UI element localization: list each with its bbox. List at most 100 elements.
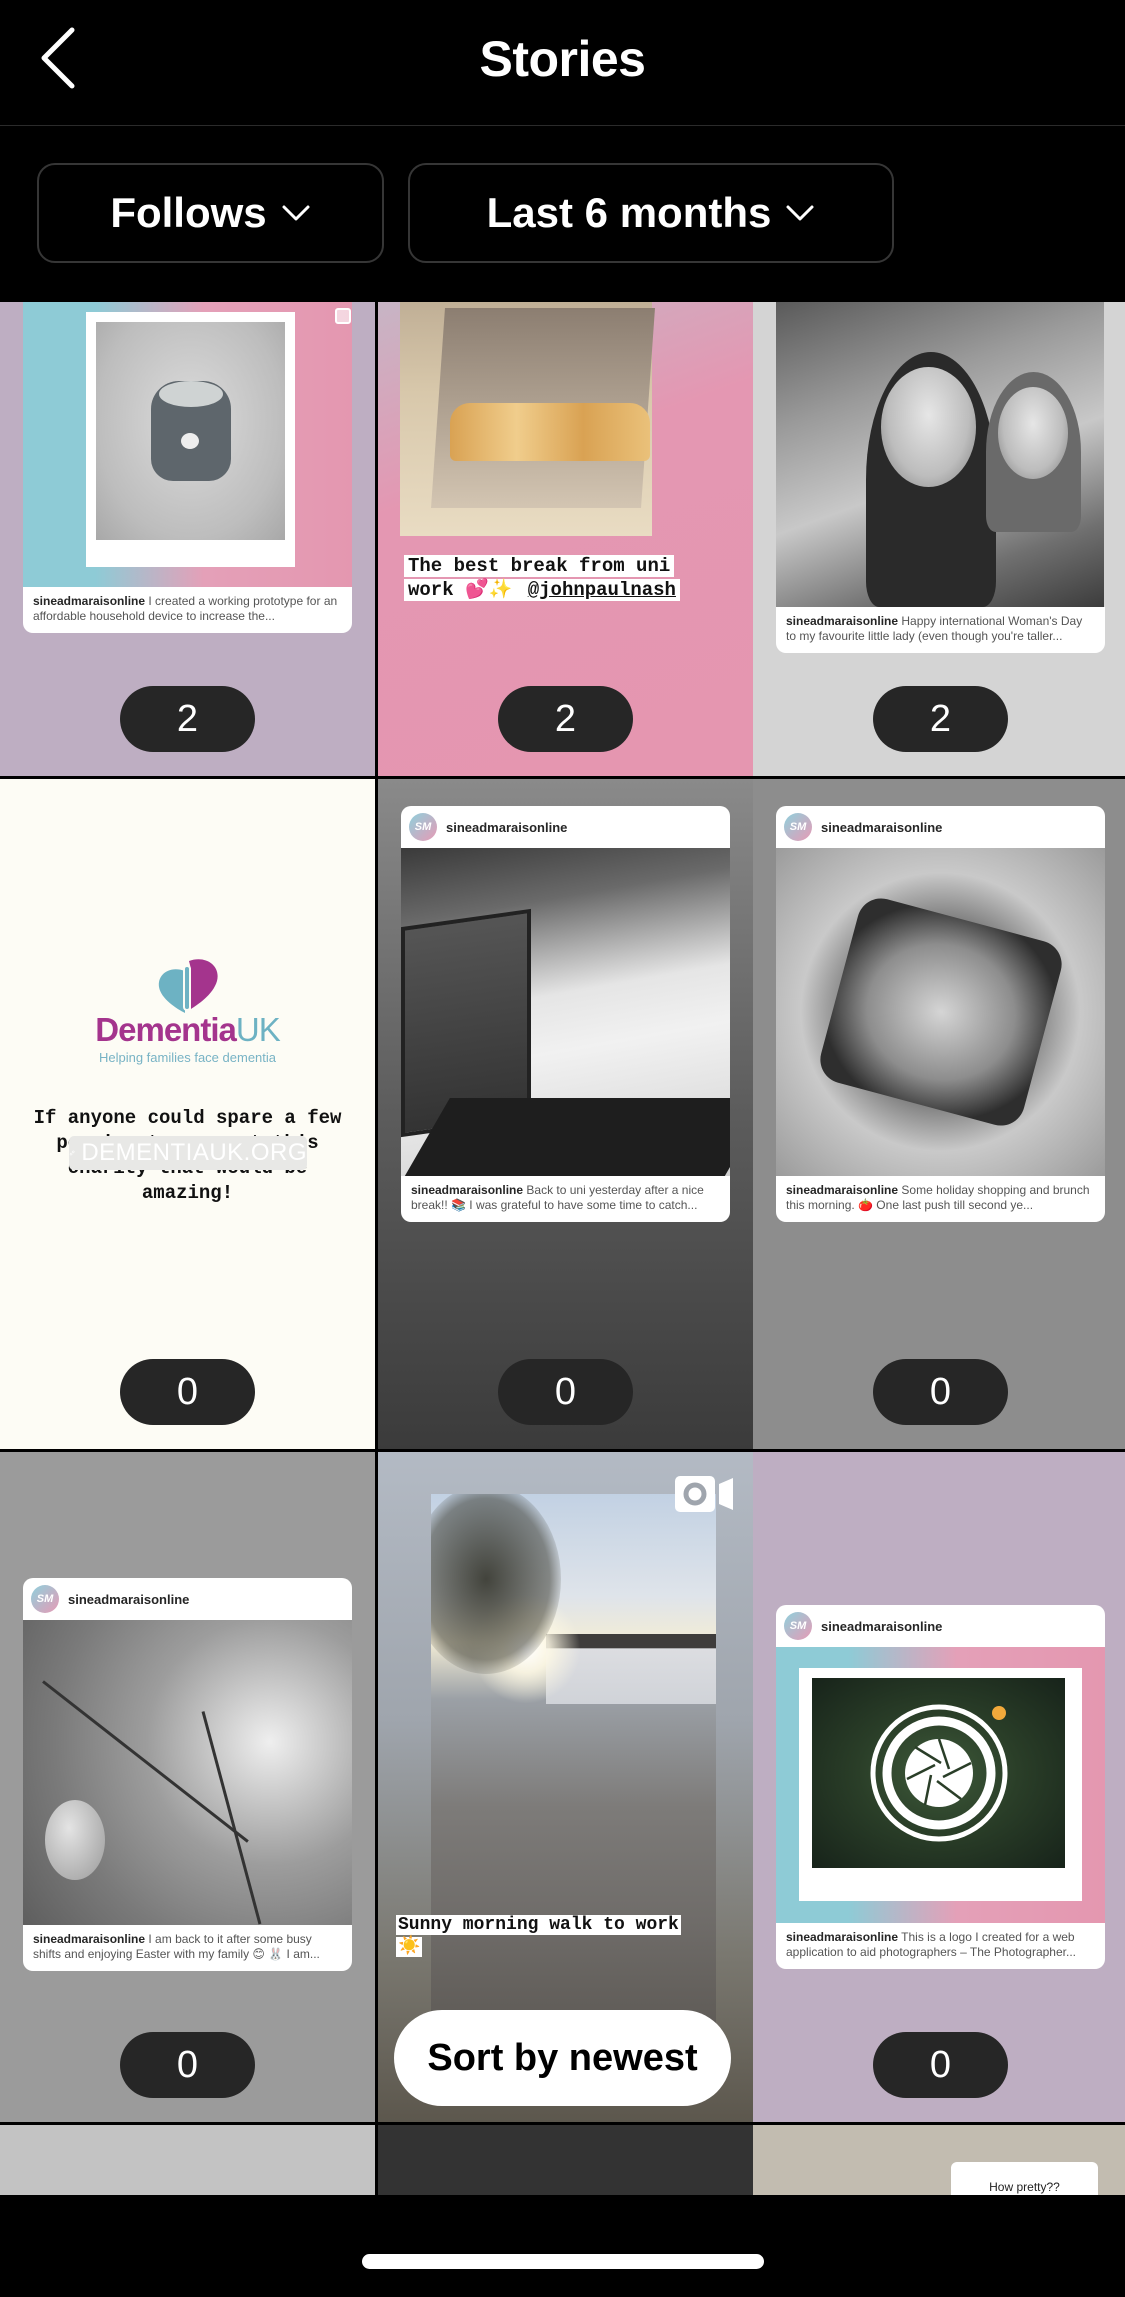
story-tile[interactable]: sineadmaraisonline sineadmaraisonline Ba… (378, 779, 753, 1449)
story-text-sticker: Sunny morning walk to work ☀️ (396, 1914, 696, 1958)
prototype-device (150, 381, 231, 481)
post-image (23, 302, 352, 587)
count-badge[interactable]: 0 (120, 2032, 255, 2098)
story-tile[interactable]: sineadmaraisonline sineadmaraisonline So… (753, 779, 1125, 1449)
face (998, 387, 1068, 479)
post-caption-card: sineadmaraisonline I created a working p… (23, 587, 352, 633)
link-icon (69, 1150, 75, 1156)
caption-username: sineadmaraisonline (33, 1932, 146, 1946)
multiple-posts-icon (335, 308, 351, 324)
link-sticker[interactable]: DEMENTIAUK.ORG (69, 1136, 307, 1170)
count-badge[interactable]: 0 (498, 1359, 633, 1425)
link-label: DEMENTIAUK.ORG (81, 1139, 307, 1166)
home-indicator-area (0, 2195, 1125, 2297)
device-photo (96, 322, 285, 540)
shared-post-card: sineadmaraisonline sineadmaraisonline So… (776, 806, 1105, 1222)
camera-shutter-logo-icon (870, 1704, 1007, 1842)
shared-post-card: sineadmaraisonline sineadmaraisonline Ba… (401, 806, 730, 1222)
count-badge[interactable]: 2 (120, 686, 255, 752)
video-camera-icon (675, 1476, 733, 1512)
shared-post-card: sineadmaraisonline (776, 1605, 1105, 1969)
fish-and-chips-photo (400, 302, 655, 536)
post-caption: sineadmaraisonline Happy international W… (776, 607, 1105, 653)
chevron-down-icon (786, 205, 814, 221)
post-header: sineadmaraisonline (776, 1605, 1105, 1647)
laptop-desk-photo (401, 848, 730, 1176)
story-tile[interactable]: The best break from uni work 💕✨ @johnpau… (378, 302, 753, 776)
story-tile[interactable] (378, 2125, 753, 2195)
post-username: sineadmaraisonline (821, 819, 943, 835)
avatar (784, 813, 812, 841)
post-header: sineadmaraisonline (23, 1578, 352, 1620)
post-username: sineadmaraisonline (446, 819, 568, 835)
post-caption: sineadmaraisonline Back to uni yesterday… (401, 1176, 730, 1222)
caption-username: sineadmaraisonline (786, 1183, 899, 1197)
avatar (409, 813, 437, 841)
story-tile[interactable]: sineadmaraisonline Happy international W… (753, 302, 1125, 776)
laptop-keyboard (401, 1098, 730, 1176)
brunch-photo (776, 848, 1105, 1176)
time-range-filter-dropdown[interactable]: Last 6 months (408, 163, 894, 263)
count-badge[interactable]: 2 (498, 686, 633, 752)
story-tile[interactable]: sineadmaraisonline I created a working p… (0, 302, 375, 776)
brand-tagline: Helping families face dementia (98, 1050, 277, 1065)
filter-bar: Follows Last 6 months (0, 127, 1125, 302)
polaroid-frame (799, 1668, 1082, 1901)
shared-post-card: sineadmaraisonline sineadmaraisonline I … (23, 1578, 352, 1971)
caption-username: sineadmaraisonline (33, 594, 146, 608)
follows-filter-dropdown[interactable]: Follows (37, 163, 384, 263)
brand-name-main: Dementia (95, 1011, 237, 1048)
post-username: sineadmaraisonline (68, 1591, 190, 1607)
avatar (31, 1585, 59, 1613)
page-title: Stories (479, 31, 646, 87)
story-tile[interactable]: sineadmaraisonline sineadmaraisonline I … (0, 1452, 375, 2122)
count-badge[interactable]: 0 (873, 1359, 1008, 1425)
caption-username: sineadmaraisonline (786, 1930, 899, 1944)
post-header: sineadmaraisonline (401, 806, 730, 848)
story-tile[interactable]: sineadmaraisonline (753, 1452, 1125, 2122)
stories-grid[interactable]: sineadmaraisonline I created a working p… (0, 302, 1125, 2195)
avatar (784, 1612, 812, 1640)
post-caption: sineadmaraisonline Some holiday shopping… (776, 1176, 1105, 1222)
face (881, 367, 976, 487)
post-caption: sineadmaraisonline I created a working p… (23, 587, 352, 633)
post-caption: sineadmaraisonline I am back to it after… (23, 1925, 352, 1971)
story-tile[interactable]: DementiaUK Helping families face dementi… (0, 779, 375, 1449)
caption-username: sineadmaraisonline (786, 614, 899, 628)
story-tile[interactable]: How pretty?? (753, 2125, 1125, 2195)
easter-egg (45, 1800, 105, 1880)
top-bar: Stories (0, 0, 1125, 126)
count-badge[interactable]: 2 (873, 686, 1008, 752)
fries (450, 403, 650, 461)
post-caption-card: sineadmaraisonline Happy international W… (776, 607, 1105, 653)
polaroid-frame (86, 312, 295, 567)
story-tile[interactable] (0, 2125, 375, 2195)
brand-name-suffix: UK (235, 1011, 281, 1048)
caption-username: sineadmaraisonline (411, 1183, 524, 1197)
post-username: sineadmaraisonline (821, 1618, 943, 1634)
sort-by-newest-button[interactable]: Sort by newest (394, 2010, 731, 2106)
home-indicator[interactable] (362, 2254, 764, 2269)
forest-photo (812, 1678, 1065, 1868)
story-tile[interactable]: Sunny morning walk to work ☀️ Sort by ne… (378, 1452, 753, 2122)
toast (814, 893, 1067, 1131)
post-header: sineadmaraisonline (776, 806, 1105, 848)
selfie-photo (776, 302, 1104, 607)
dementia-uk-logo-icon (158, 959, 218, 1013)
mention-link[interactable]: @johnpaulnash (525, 579, 678, 601)
filter-label: Follows (110, 189, 267, 236)
story-text-sticker: The best break from uni work 💕✨ @johnpau… (404, 554, 714, 602)
count-badge[interactable]: 0 (873, 2032, 1008, 2098)
street-video-thumbnail (431, 1494, 716, 2064)
orange-dot (992, 1706, 1006, 1720)
filter-label: Last 6 months (486, 189, 772, 236)
logo-image (776, 1647, 1105, 1923)
sticker-text: Sunny morning walk to work ☀️ (396, 1915, 681, 1957)
brand-name: DementiaUK (0, 1011, 375, 1049)
blossom-photo (23, 1620, 352, 1925)
chevron-down-icon (282, 205, 310, 221)
count-badge[interactable]: 0 (120, 1359, 255, 1425)
branch (201, 1711, 262, 1925)
question-card: How pretty?? (951, 2162, 1098, 2195)
post-caption: sineadmaraisonline This is a logo I crea… (776, 1923, 1105, 1969)
